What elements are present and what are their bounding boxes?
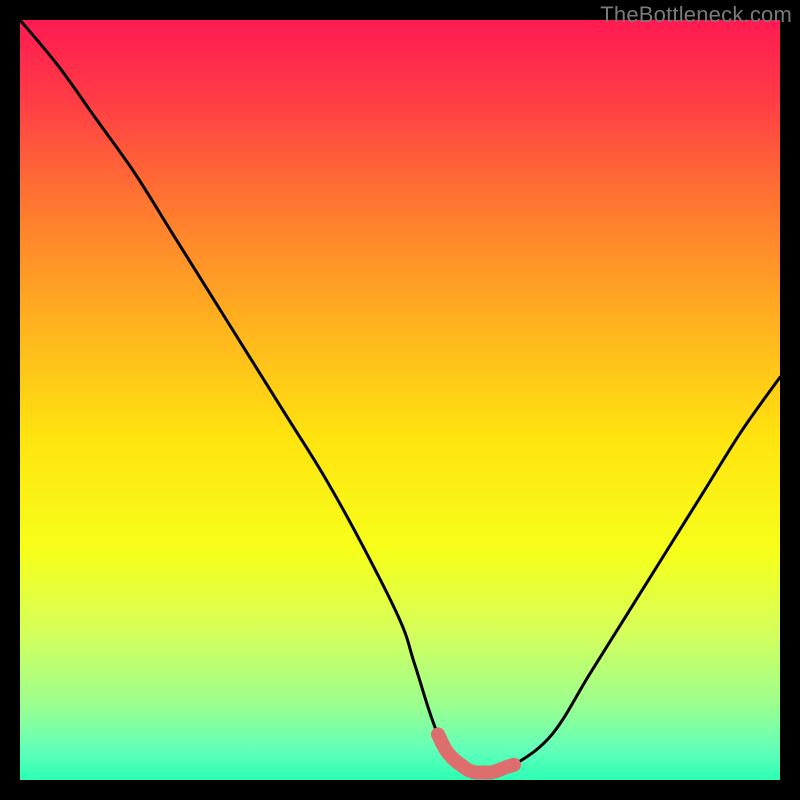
plot-area: [20, 20, 780, 780]
curve-layer: [20, 20, 780, 780]
chart-frame: TheBottleneck.com: [0, 0, 800, 800]
bottleneck-curve: [20, 20, 780, 773]
watermark-text: TheBottleneck.com: [600, 2, 792, 28]
valley-highlight: [438, 734, 514, 772]
